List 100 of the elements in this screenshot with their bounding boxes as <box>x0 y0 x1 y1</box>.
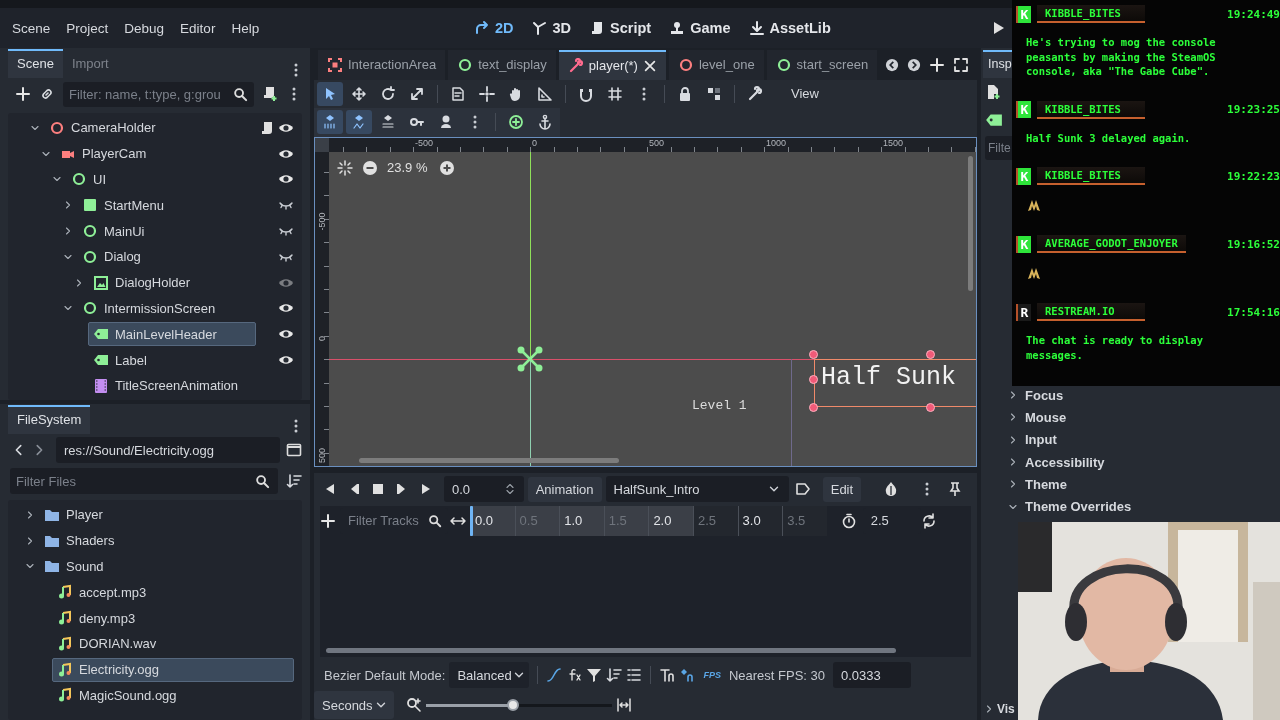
menu-item[interactable]: Help <box>223 16 268 40</box>
tree-item[interactable]: CameraHolder <box>44 115 256 140</box>
main-screen-button[interactable]: 3D <box>523 16 580 40</box>
filter-field[interactable]: Filter: name, t:type, g:grou <box>63 81 254 107</box>
tree-item[interactable]: DORIAN.wav <box>52 631 294 656</box>
function-icon[interactable] <box>566 667 583 683</box>
tree-item[interactable]: MainLevelHeader <box>88 322 256 347</box>
close-icon[interactable] <box>642 58 657 73</box>
resize-handle[interactable] <box>926 349 935 359</box>
main-screen-button[interactable]: AssetLib <box>740 16 839 40</box>
position-key-icon[interactable] <box>317 110 343 135</box>
link-icon[interactable] <box>39 86 55 102</box>
path-field[interactable]: res://Sound/Electricity.ogg <box>56 437 280 463</box>
tree-item[interactable]: MagicSound.ogg <box>52 683 294 708</box>
menu-item[interactable]: Debug <box>116 16 173 40</box>
tree-item[interactable]: Sound <box>39 554 294 579</box>
menu-item[interactable]: Project <box>58 16 117 40</box>
dock-tab[interactable]: Scene <box>8 49 63 78</box>
filter-field[interactable]: Filte <box>985 136 1012 160</box>
animation-dropdown[interactable]: HalfSunk_Intro <box>605 476 789 503</box>
inspector-section[interactable]: Mouse <box>1025 409 1067 425</box>
animation-button[interactable]: Animation <box>527 476 602 502</box>
tree-item[interactable]: DialogHolder <box>88 270 256 295</box>
tree-item[interactable]: PlayerCam <box>55 141 256 166</box>
list-icon[interactable] <box>626 667 643 683</box>
dock-tab[interactable]: Import <box>62 49 118 78</box>
inspector-section[interactable]: Focus <box>1025 387 1064 403</box>
zoom-icon[interactable] <box>406 697 422 713</box>
zoom-out-icon[interactable] <box>362 159 378 176</box>
tree-item[interactable]: accept.mp3 <box>52 580 294 605</box>
tree-item[interactable]: StartMenu <box>77 193 256 218</box>
inspector-section[interactable]: Theme <box>1025 476 1067 492</box>
sort-icon[interactable] <box>286 473 302 489</box>
resize-handle[interactable] <box>926 402 935 412</box>
main-screen-button[interactable]: Script <box>581 16 660 40</box>
filter-icon[interactable] <box>586 667 603 683</box>
snap-field[interactable]: 0.0333 <box>833 662 912 688</box>
playhead[interactable] <box>470 505 473 536</box>
tree-item[interactable]: TitleScreenAnimation <box>88 373 256 398</box>
snap-icon[interactable] <box>659 667 676 683</box>
snap-keys-icon[interactable] <box>679 667 696 683</box>
scrollbar[interactable] <box>968 155 973 291</box>
document-tab[interactable]: player(*) <box>558 49 666 80</box>
bezier-mode-dropdown[interactable]: Balanced <box>449 662 530 688</box>
tree-item[interactable]: MainUi <box>77 219 256 244</box>
tree-item[interactable]: deny.mp3 <box>52 606 294 631</box>
center-view-icon[interactable] <box>337 159 353 176</box>
add-icon[interactable] <box>320 512 336 529</box>
fullscreen-icon[interactable] <box>953 56 969 73</box>
canvas-area[interactable]: Level 1 Half Sunk 23.9 % <box>329 151 976 466</box>
main-screen-button[interactable]: 2D <box>466 16 522 40</box>
document-tab[interactable]: level_one <box>668 49 764 80</box>
edit-button[interactable]: Edit <box>822 476 862 502</box>
tree-item[interactable]: Shaders <box>39 528 294 553</box>
inspector-section[interactable]: Theme Overrides <box>1025 499 1132 515</box>
tree-item[interactable]: IntermissionScreen <box>77 296 256 321</box>
fps-toggle[interactable]: FPS <box>703 670 721 680</box>
tree-item[interactable]: Label <box>88 348 256 373</box>
document-tab[interactable]: start_screen <box>766 49 878 80</box>
tag-icon[interactable] <box>794 481 811 498</box>
new-resource-icon[interactable] <box>985 84 1001 100</box>
scroll-right-icon[interactable] <box>907 57 921 72</box>
dock-tab[interactable]: Insp <box>983 50 1015 78</box>
rotation-key-icon[interactable] <box>346 110 372 135</box>
slider-thumb[interactable] <box>507 699 520 711</box>
resize-handle[interactable] <box>809 402 818 412</box>
tree-item[interactable]: Dialog <box>77 244 256 269</box>
inspector-section[interactable]: Input <box>1025 432 1057 448</box>
scrollbar[interactable] <box>326 647 896 653</box>
zoom-level[interactable]: 23.9 % <box>387 160 428 176</box>
add-icon[interactable] <box>15 86 31 102</box>
filter-field[interactable]: Filter Files <box>10 468 278 494</box>
time-unit-dropdown[interactable]: Seconds <box>314 691 394 719</box>
stopwatch-icon[interactable] <box>840 512 857 529</box>
view-menu[interactable]: View <box>781 82 829 106</box>
sort-icon[interactable] <box>606 667 623 683</box>
cursor-icon[interactable] <box>317 81 343 106</box>
inspector-section[interactable]: Accessibility <box>1025 454 1105 470</box>
loop-icon[interactable] <box>920 512 937 529</box>
fit-icon[interactable] <box>616 697 632 713</box>
document-tab[interactable]: InteractionArea <box>318 49 446 80</box>
inspector-group[interactable]: Vis <box>997 702 1015 716</box>
tree-item[interactable]: Electricity.ogg <box>52 657 294 682</box>
zoom-in-icon[interactable] <box>439 159 456 176</box>
tree-item[interactable]: UI <box>66 167 256 192</box>
menu-item[interactable]: Scene <box>4 16 59 40</box>
add-icon[interactable] <box>929 56 945 73</box>
time-field[interactable]: 0.0 <box>444 476 524 503</box>
tree-item[interactable]: Player <box>39 502 294 527</box>
add-script-icon[interactable] <box>262 86 278 102</box>
menu-item[interactable]: Editor <box>172 16 224 40</box>
main-screen-button[interactable]: Game <box>661 16 739 40</box>
resize-handle[interactable] <box>809 349 818 359</box>
document-tab[interactable]: text_display <box>448 49 556 80</box>
scroll-left-icon[interactable] <box>885 57 899 72</box>
split-view-icon[interactable] <box>286 442 302 458</box>
script-icon[interactable] <box>259 119 275 136</box>
resize-handle[interactable] <box>809 374 818 384</box>
scrollbar[interactable] <box>359 457 619 463</box>
curve-icon[interactable] <box>546 667 563 683</box>
